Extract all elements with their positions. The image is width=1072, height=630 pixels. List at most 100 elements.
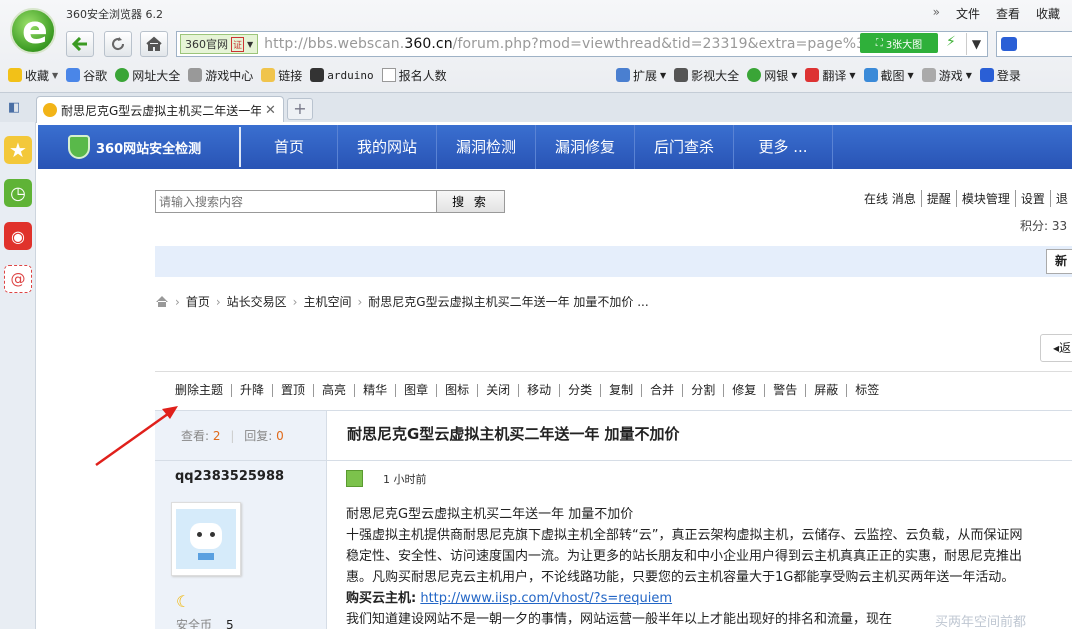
mod-warn[interactable]: 警告 (765, 384, 807, 397)
search-engine-box[interactable] (996, 31, 1072, 57)
mail-icon[interactable]: @ (4, 265, 32, 293)
mod-bump[interactable]: 升降 (232, 384, 274, 397)
screenshot-badge[interactable]: ⛶ 3张大图 (860, 33, 938, 53)
history-clock-icon[interactable]: ◷ (4, 179, 32, 207)
home-button[interactable] (140, 31, 168, 57)
mod-category[interactable]: 分类 (560, 384, 602, 397)
nav-vuln-scan[interactable]: 漏洞检测 (437, 125, 536, 169)
user-reminders[interactable]: 提醒 (922, 190, 957, 207)
mod-stick[interactable]: 置顶 (273, 384, 315, 397)
tool-login[interactable]: 登录 (979, 67, 1021, 84)
nav-more[interactable]: 更多 ... (734, 125, 833, 169)
sidebar-toggle-icon[interactable]: ◧ (8, 100, 20, 115)
fav-label: arduino (327, 68, 374, 82)
mod-split[interactable]: 分割 (683, 384, 725, 397)
mod-close[interactable]: 关闭 (478, 384, 520, 397)
crumb-home[interactable]: 首页 (186, 293, 210, 310)
body-line: 稳定性、安全性、访问速度国内一流。为让更多的站长朋友和中小企业用户得到云主机真真… (346, 549, 1023, 564)
chevron-down-icon: ▼ (907, 70, 914, 80)
crumb-trade[interactable]: 站长交易区 (227, 293, 287, 310)
tool-bank[interactable]: 网银 ▼ (747, 67, 797, 84)
search-button[interactable]: 搜 索 (436, 190, 505, 213)
mod-icon[interactable]: 图标 (437, 384, 479, 397)
crumb-hosting[interactable]: 主机空间 (303, 293, 351, 310)
expand-icon: ⛶ (875, 37, 883, 49)
author-name[interactable]: qq2383525988 (175, 469, 284, 484)
chevron-down-icon: ▼ (791, 70, 798, 80)
mod-copy[interactable]: 复制 (601, 384, 643, 397)
mod-stamp[interactable]: 图章 (396, 384, 438, 397)
url-text[interactable]: http://bbs.webscan.360.cn/forum.php?mod=… (264, 36, 885, 52)
cert-icon: 证 (231, 36, 245, 52)
buy-link[interactable]: http://www.iisp.com/vhost/?s=requiem (420, 591, 672, 606)
avatar-bowtie (198, 553, 214, 560)
menu-favorites[interactable]: 收藏 (1036, 5, 1060, 22)
replies-label: 回复: (244, 429, 273, 443)
mod-repair[interactable]: 修复 (724, 384, 766, 397)
nav-my-sites[interactable]: 我的网站 (338, 125, 437, 169)
browser-logo-icon[interactable] (10, 8, 56, 54)
menu-view[interactable]: 查看 (996, 5, 1020, 22)
bolt-icon[interactable]: ⚡ (946, 34, 956, 50)
user-online-messages[interactable]: 在线 消息 (864, 190, 922, 207)
new-post-button[interactable]: 新 (1046, 249, 1072, 274)
fav-arduino[interactable]: arduino (310, 68, 374, 82)
fav-signups[interactable]: 报名人数 (381, 67, 447, 84)
menu-file[interactable]: 文件 (956, 5, 980, 22)
user-modules[interactable]: 模块管理 (957, 190, 1016, 207)
mod-tags[interactable]: 标签 (847, 384, 887, 397)
tool-label: 影视大全 (691, 68, 740, 83)
tool-label: 翻译 (822, 68, 847, 83)
fav-links[interactable]: 链接 (261, 67, 302, 84)
new-tab-button[interactable]: + (287, 98, 313, 120)
favorites-star-icon[interactable]: ★ (4, 136, 32, 164)
nav-vuln-fix[interactable]: 漏洞修复 (536, 125, 635, 169)
mod-block[interactable]: 屏蔽 (806, 384, 848, 397)
back-to-list-button[interactable]: ◂返 (1040, 334, 1072, 362)
user-logout[interactable]: 退 (1051, 190, 1072, 207)
buy-label: 购买云主机: (346, 591, 417, 606)
divider (155, 460, 1072, 461)
refresh-button[interactable] (104, 31, 132, 57)
tab-active[interactable]: 耐思尼克G型云虚拟主机买二年送一年 ✕ (36, 96, 284, 123)
avatar[interactable] (171, 502, 241, 576)
mod-delete-thread[interactable]: 删除主题 (173, 384, 233, 397)
fav-sites[interactable]: 网址大全 (115, 67, 180, 84)
home-icon (146, 36, 162, 51)
mod-digest[interactable]: 精华 (355, 384, 397, 397)
fav-games[interactable]: 游戏中心 (188, 67, 253, 84)
fav-label: 链接 (278, 68, 303, 83)
mod-move[interactable]: 移动 (519, 384, 561, 397)
address-dropdown-icon[interactable]: ▼ (966, 33, 986, 55)
tool-games[interactable]: 游戏 ▼ (921, 67, 972, 84)
key-icon (979, 68, 994, 82)
nav-backdoor-scan[interactable]: 后门查杀 (635, 125, 734, 169)
user-settings[interactable]: 设置 (1016, 190, 1051, 207)
tool-translate[interactable]: 翻译 ▼ (805, 67, 856, 84)
web-page: 360网站安全检测 首页 我的网站 漏洞检测 漏洞修复 后门查杀 更多 ... … (38, 122, 1072, 629)
moderation-bar: 删除主题 升降 置顶 高亮 精华 图章 图标 关闭 移动 分类 复制 合并 分割… (173, 384, 887, 397)
search-input[interactable] (155, 190, 438, 213)
site-badge-label: 360官网 (185, 38, 228, 51)
tool-video[interactable]: 影视大全 (674, 67, 739, 84)
menu-more[interactable]: » (933, 5, 940, 22)
favorites-bar: 收藏 ▼ 谷歌 网址大全 游戏中心 链接 arduino 报名人数 扩展 ▼ 影视大… (0, 63, 1072, 87)
site-logo[interactable]: 360网站安全检测 (68, 125, 201, 169)
fav-collect[interactable]: 收藏 ▼ (8, 67, 58, 84)
site-badge[interactable]: 360官网 证 ▼ (180, 34, 259, 54)
mod-highlight[interactable]: 高亮 (314, 384, 356, 397)
back-button[interactable] (66, 31, 94, 57)
video-icon (674, 68, 689, 82)
nav-home[interactable]: 首页 (241, 125, 338, 169)
home-icon[interactable] (155, 295, 169, 308)
favicon-icon (43, 103, 57, 117)
weibo-icon[interactable]: ◉ (4, 222, 32, 250)
coins-value: 5 (226, 618, 234, 629)
chevron-down-icon: ▼ (52, 70, 59, 80)
tool-screenshot[interactable]: 截图 ▼ (863, 67, 914, 84)
tool-extensions[interactable]: 扩展 ▼ (616, 67, 666, 84)
chevron-right-icon: › (215, 294, 221, 309)
fav-google[interactable]: 谷歌 (66, 67, 107, 84)
close-icon[interactable]: ✕ (265, 103, 276, 118)
mod-merge[interactable]: 合并 (642, 384, 684, 397)
